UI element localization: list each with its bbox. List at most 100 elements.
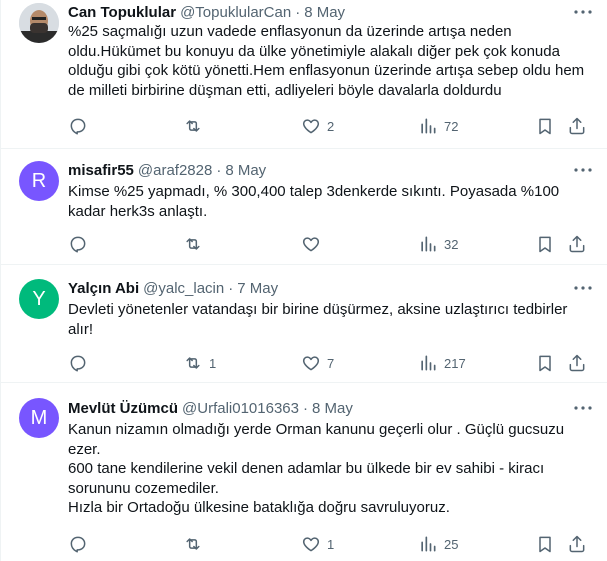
retweet-button[interactable]: 1 xyxy=(183,353,216,373)
user-name[interactable]: Yalçın Abi xyxy=(68,280,139,297)
reply-icon xyxy=(68,234,88,254)
like-button[interactable] xyxy=(301,234,327,254)
retweet-icon xyxy=(183,534,203,554)
likes-count: 7 xyxy=(327,355,335,371)
avatar-letter: R xyxy=(31,169,47,192)
views-icon xyxy=(418,116,438,136)
views-count: 32 xyxy=(444,236,459,252)
bookmark-icon xyxy=(535,234,555,254)
tweet-date[interactable]: 7 May xyxy=(237,280,278,297)
retweet-icon xyxy=(183,116,203,136)
retweet-button[interactable] xyxy=(183,116,209,136)
user-handle[interactable]: @Urfali01016363 xyxy=(182,400,299,417)
tweet[interactable]: Can Topuklular @TopuklularCan · 8 May %2… xyxy=(1,0,607,149)
reply-icon xyxy=(68,353,88,373)
views-count: 217 xyxy=(444,355,466,371)
avatar-letter: M xyxy=(30,406,48,429)
user-handle[interactable]: @yalc_lacin xyxy=(143,280,224,297)
heart-icon xyxy=(301,234,321,254)
bookmark-button[interactable] xyxy=(535,116,555,136)
heart-icon xyxy=(301,116,321,136)
separator-dot: · xyxy=(302,399,308,417)
tweet[interactable]: M Mevlüt Üzümcü @Urfali01016363 · 8 May … xyxy=(1,383,607,561)
user-name[interactable]: Mevlüt Üzümcü xyxy=(68,400,178,417)
tweet-text: Kanun nizamın olmadığı yerde Orman kanun… xyxy=(68,421,565,516)
heart-icon xyxy=(301,353,321,373)
avatar[interactable]: Y xyxy=(19,279,59,319)
tweet-date[interactable]: 8 May xyxy=(304,4,345,21)
more-options-icon[interactable] xyxy=(573,280,593,296)
user-name[interactable]: Can Topuklular xyxy=(68,4,176,21)
user-handle[interactable]: @araf2828 xyxy=(138,162,212,179)
separator-dot: · xyxy=(228,279,234,297)
tweet-text: %25 saçmalığı uzun vadede enflasyonun da… xyxy=(68,23,585,99)
bookmark-icon xyxy=(535,353,555,373)
tweet-actions: 1 25 xyxy=(68,534,593,554)
tweet-header: Can Topuklular @TopuklularCan · 8 May xyxy=(68,2,567,22)
views-icon xyxy=(418,234,438,254)
tweet[interactable]: R misafir55 @araf2828 · 8 May Kimse %25 … xyxy=(1,149,607,265)
bookmark-button[interactable] xyxy=(535,534,555,554)
bookmark-icon xyxy=(535,116,555,136)
share-button[interactable] xyxy=(567,234,587,254)
views-button[interactable]: 25 xyxy=(418,534,458,554)
avatar[interactable] xyxy=(19,3,59,43)
tweet-date[interactable]: 8 May xyxy=(312,400,353,417)
reply-button[interactable] xyxy=(68,234,94,254)
tweet-header: Mevlüt Üzümcü @Urfali01016363 · 8 May xyxy=(68,398,567,418)
tweet-header: Yalçın Abi @yalc_lacin · 7 May xyxy=(68,278,567,298)
bookmark-button[interactable] xyxy=(535,234,555,254)
share-icon xyxy=(567,116,587,136)
views-count: 72 xyxy=(444,118,459,134)
tweet-header: misafir55 @araf2828 · 8 May xyxy=(68,160,567,180)
retweets-count: 1 xyxy=(209,355,217,371)
separator-dot: · xyxy=(295,3,301,21)
share-icon xyxy=(567,353,587,373)
tweet-text: Devleti yönetenler vatandaşı bir birine … xyxy=(68,301,568,338)
views-icon xyxy=(418,353,438,373)
retweet-button[interactable] xyxy=(183,534,209,554)
bookmark-button[interactable] xyxy=(535,353,555,373)
share-button[interactable] xyxy=(567,353,587,373)
user-name[interactable]: misafir55 xyxy=(68,162,134,179)
likes-count: 1 xyxy=(327,536,335,552)
photo-avatar-icon xyxy=(19,3,59,43)
views-icon xyxy=(418,534,438,554)
reply-button[interactable] xyxy=(68,116,94,136)
views-button[interactable]: 32 xyxy=(418,234,458,254)
retweet-icon xyxy=(183,234,203,254)
likes-count: 2 xyxy=(327,118,335,134)
share-icon xyxy=(567,234,587,254)
like-button[interactable]: 2 xyxy=(301,116,334,136)
tweet-actions: 32 xyxy=(68,234,593,254)
avatar-letter: Y xyxy=(32,287,46,310)
more-options-icon[interactable] xyxy=(573,4,593,20)
reply-button[interactable] xyxy=(68,353,94,373)
tweet-date[interactable]: 8 May xyxy=(225,162,266,179)
reply-icon xyxy=(68,116,88,136)
retweet-icon xyxy=(183,353,203,373)
reply-feed: Can Topuklular @TopuklularCan · 8 May %2… xyxy=(0,0,607,561)
share-button[interactable] xyxy=(567,116,587,136)
bookmark-icon xyxy=(535,534,555,554)
reply-icon xyxy=(68,534,88,554)
share-button[interactable] xyxy=(567,534,587,554)
reply-button[interactable] xyxy=(68,534,94,554)
tweet-actions: 2 72 xyxy=(68,116,593,136)
retweet-button[interactable] xyxy=(183,234,209,254)
heart-icon xyxy=(301,534,321,554)
views-button[interactable]: 72 xyxy=(418,116,458,136)
avatar[interactable]: M xyxy=(19,398,59,438)
like-button[interactable]: 1 xyxy=(301,534,334,554)
more-options-icon[interactable] xyxy=(573,400,593,416)
share-icon xyxy=(567,534,587,554)
tweet-actions: 1 7 217 xyxy=(68,353,593,373)
like-button[interactable]: 7 xyxy=(301,353,334,373)
user-handle[interactable]: @TopuklularCan xyxy=(180,4,291,21)
views-count: 25 xyxy=(444,536,459,552)
tweet[interactable]: Y Yalçın Abi @yalc_lacin · 7 May Devleti… xyxy=(1,265,607,383)
more-options-icon[interactable] xyxy=(573,162,593,178)
avatar[interactable]: R xyxy=(19,161,59,201)
tweet-text: Kimse %25 yapmadı, % 300,400 talep 3denk… xyxy=(68,183,560,220)
views-button[interactable]: 217 xyxy=(418,353,466,373)
